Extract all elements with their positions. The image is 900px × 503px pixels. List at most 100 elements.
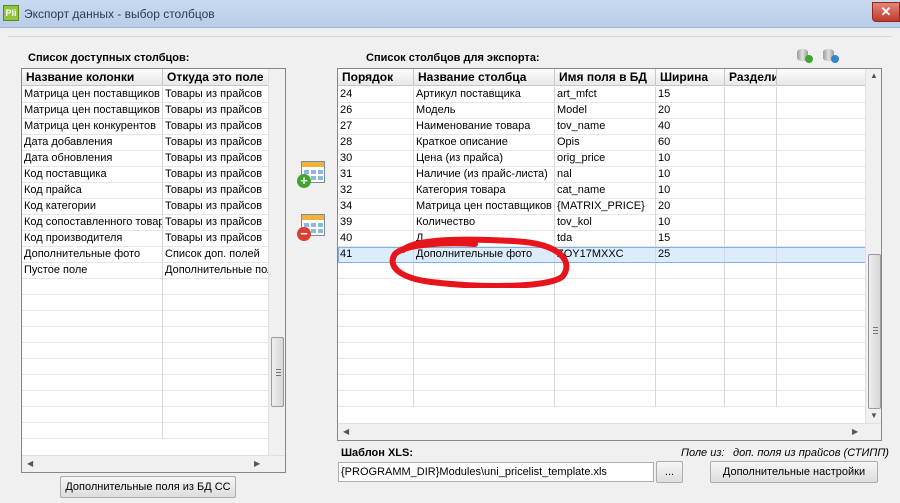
available-columns-header: Название колонки Откуда это поле [22,69,285,86]
cell-separator [725,103,777,119]
left-horizontal-scrollbar[interactable]: ◀ ▶ [22,455,285,472]
table-row[interactable]: Дополнительные фото Список доп. полей [22,247,269,263]
database-add-icon[interactable] [796,47,813,63]
cell-db-field: nal [555,167,656,183]
scroll-up-arrow-icon[interactable]: ▲ [870,71,878,80]
empty-row [22,423,269,439]
cell-source: Товары из прайсов [163,151,269,167]
right-vertical-scrollbar[interactable]: ▲ ▼ [865,69,881,423]
cell-empty [777,231,866,247]
close-button[interactable]: ✕ [872,2,900,22]
add-column-button[interactable]: + [297,159,327,189]
table-row[interactable]: Код прайса Товары из прайсов [22,183,269,199]
header-db-field[interactable]: Имя поля в БД [555,69,656,86]
header-width[interactable]: Ширина [656,69,725,86]
table-row[interactable]: 27 Наименование товара tov_name 40 [338,119,866,135]
window-title: Экспорт данных - выбор столбцов [24,7,215,21]
cell-db-field: Opis [555,135,656,151]
table-row[interactable]: 26 Модель Model 20 [338,103,866,119]
scroll-right-arrow-icon[interactable]: ▶ [254,459,260,468]
cell-separator [725,135,777,151]
scroll-left-arrow-icon[interactable]: ◀ [27,459,33,468]
table-row[interactable]: Дата добавления Товары из прайсов [22,135,269,151]
table-row[interactable]: 28 Краткое описание Opis 60 [338,135,866,151]
empty-row [338,295,866,311]
export-columns-label: Список столбцов для экспорта: [366,52,540,64]
template-path-input[interactable]: {PROGRAMM_DIR}Modules\uni_pricelist_temp… [338,462,654,482]
table-row[interactable]: 30 Цена (из прайса) orig_price 10 [338,151,866,167]
table-row[interactable]: 34 Матрица цен поставщиков {MATRIX_PRICE} 2… [338,199,866,215]
cell-column-title: Краткое описание [414,135,555,151]
cell-column-name: Код категории [22,199,163,215]
table-row[interactable]: Код категории Товары из прайсов [22,199,269,215]
remove-column-button[interactable]: − [297,212,327,242]
cell-source: Список доп. полей [163,247,269,263]
scroll-down-arrow-icon[interactable]: ▼ [870,411,878,420]
cell-db-field: tov_kol [555,215,656,231]
empty-row [22,327,269,343]
scroll-right-arrow-icon[interactable]: ▶ [852,427,858,436]
cell-column-title: Модель [414,103,555,119]
table-row[interactable]: Код поставщика Товары из прайсов [22,167,269,183]
table-row[interactable]: Код сопоставленного товара Товары из прай… [22,215,269,231]
template-label: Шаблон XLS: [341,447,414,459]
available-columns-grid[interactable]: Название колонки Откуда это поле Матрица… [21,68,286,473]
header-order[interactable]: Порядок [338,69,414,86]
left-vertical-scrollbar[interactable] [268,69,285,455]
cell-column-title: Матрица цен поставщиков [414,199,555,215]
header-source[interactable]: Откуда это поле [163,69,269,86]
header-column-name[interactable]: Название колонки [22,69,163,86]
header-separator[interactable]: Раздели [725,69,777,86]
table-row[interactable]: Код производителя Товары из прайсов [22,231,269,247]
table-row[interactable]: Матрица цен поставщиков Товары из прайсов [22,87,269,103]
cell-db-field: tov_name [555,119,656,135]
cell-db-field: art_mfct [555,87,656,103]
empty-row [338,311,866,327]
right-horizontal-scrollbar[interactable]: ◀ ▶ [338,423,881,440]
extra-settings-button[interactable]: Дополнительные настройки [710,461,878,483]
header-empty [777,69,866,86]
minus-icon: − [297,227,311,241]
table-row[interactable]: Пустое поле Дополнительные поля [22,263,269,279]
right-scroll-thumb[interactable] [868,254,881,409]
database-export-icon[interactable] [822,47,839,63]
table-row[interactable]: Матрица цен конкурентов Товары из прайсов [22,119,269,135]
empty-row [22,295,269,311]
cell-width: 10 [656,215,725,231]
empty-row [22,375,269,391]
cell-width: 20 [656,199,725,215]
cell-empty [777,247,866,263]
cell-column-name: Дата добавления [22,135,163,151]
cell-source: Товары из прайсов [163,103,269,119]
table-row[interactable]: 31 Наличие (из прайс-листа) nal 10 [338,167,866,183]
cell-column-name: Код производителя [22,231,163,247]
cell-order: 39 [338,215,414,231]
cell-empty [777,135,866,151]
header-column-title[interactable]: Название столбца [414,69,555,86]
table-row[interactable]: Матрица цен поставщиков Товары из прайсов [22,103,269,119]
empty-row [338,375,866,391]
cell-order: 26 [338,103,414,119]
table-row[interactable]: 39 Количество tov_kol 10 [338,215,866,231]
table-row[interactable]: Дата обновления Товары из прайсов [22,151,269,167]
cell-db-field: cat_name [555,183,656,199]
cell-column-name: Код сопоставленного товара [22,215,163,231]
cell-source: Товары из прайсов [163,135,269,151]
cell-order: 24 [338,87,414,103]
table-row[interactable]: 32 Категория товара cat_name 10 [338,183,866,199]
left-scroll-thumb[interactable] [271,337,284,407]
fields-from-label: Поле из: [681,447,725,459]
cell-width: 10 [656,183,725,199]
cell-empty [777,183,866,199]
cell-width: 15 [656,87,725,103]
scroll-left-arrow-icon[interactable]: ◀ [343,427,349,436]
cell-column-name: Пустое поле [22,263,163,279]
extra-db-fields-button[interactable]: Дополнительные поля из БД СС [60,476,236,498]
browse-button[interactable]: ... [656,461,683,483]
table-row[interactable]: 24 Артикул поставщика art_mfct 15 [338,87,866,103]
cell-separator [725,183,777,199]
cell-column-title: Наличие (из прайс-листа) [414,167,555,183]
cell-column-name: Код поставщика [22,167,163,183]
export-columns-header: Порядок Название столбца Имя поля в БД Ш… [338,69,866,86]
cell-width: 25 [656,247,725,263]
